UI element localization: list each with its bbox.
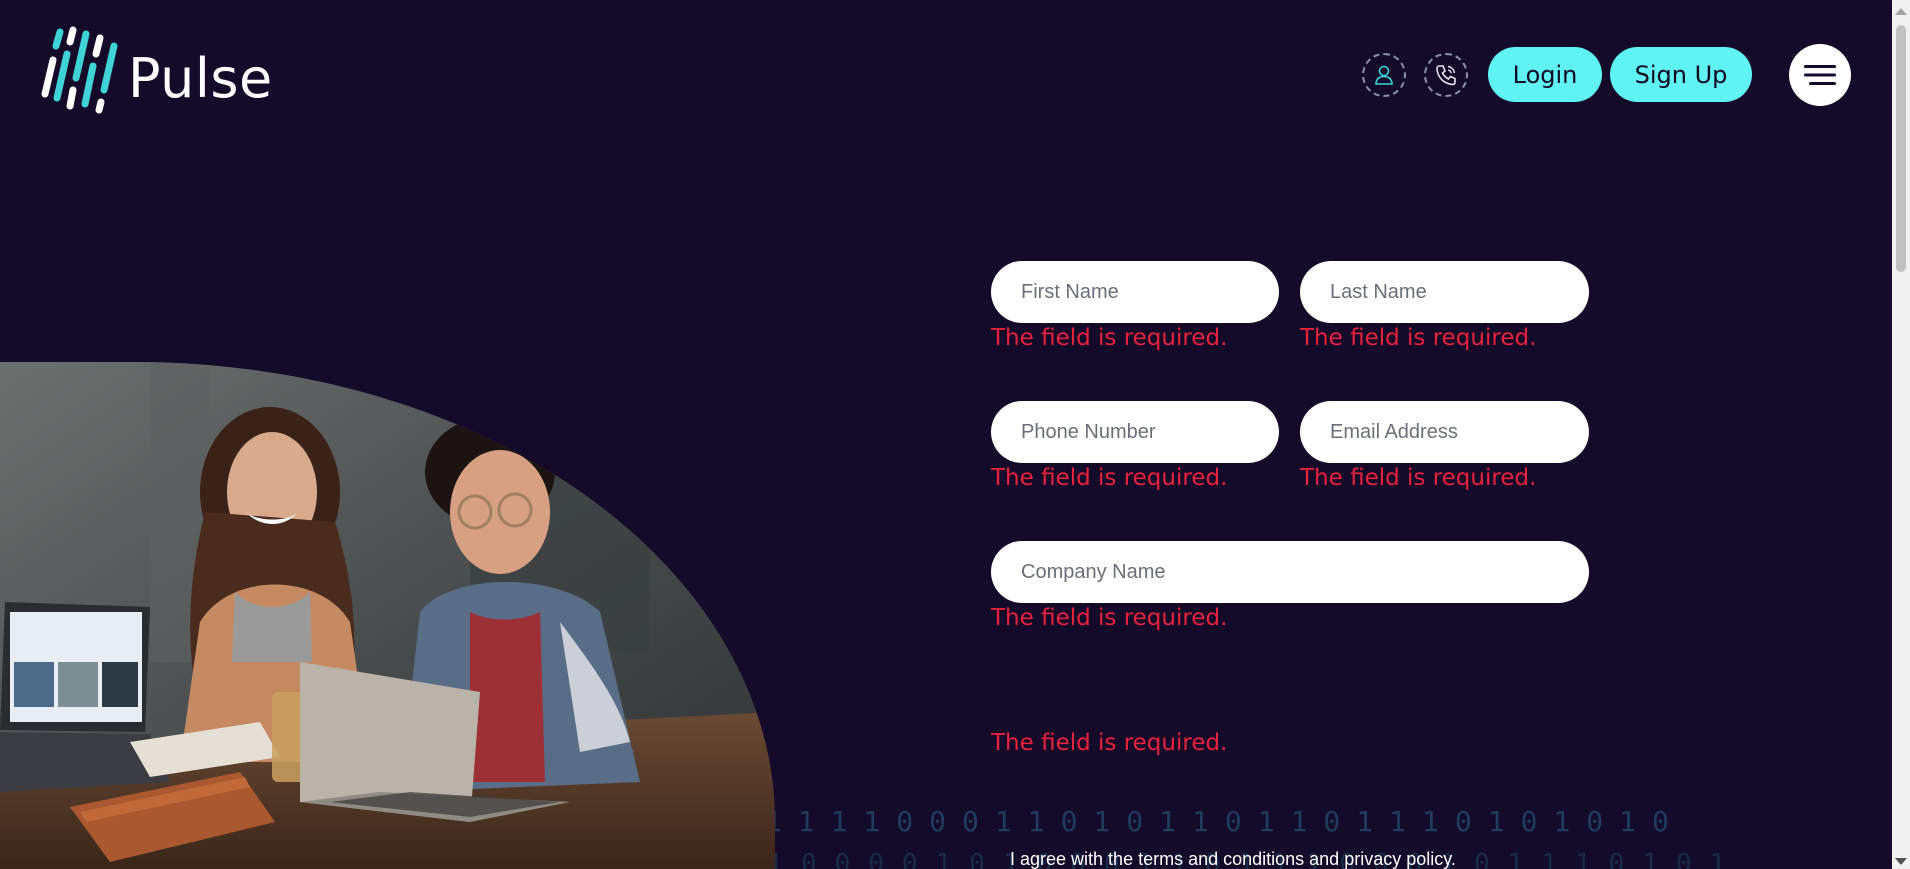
hero-photo: [0, 362, 775, 869]
agreement-error: The field is required.: [991, 730, 1228, 756]
pulse-logo-icon: [41, 26, 118, 114]
phone-number-error: The field is required.: [991, 465, 1228, 491]
scrollbar-thumb[interactable]: [1896, 25, 1906, 272]
menu-button[interactable]: [1789, 44, 1851, 106]
brand-logo[interactable]: Pulse: [40, 24, 273, 124]
user-icon: [1375, 65, 1393, 85]
company-name-input[interactable]: [991, 541, 1589, 603]
brand-name: Pulse: [128, 47, 273, 110]
people-with-laptops-image: [0, 362, 775, 869]
scroll-up-arrow-icon[interactable]: [1895, 8, 1907, 15]
company-name-error: The field is required.: [991, 605, 1228, 631]
contact-button[interactable]: [1424, 52, 1468, 97]
email-address-error: The field is required.: [1300, 465, 1537, 491]
last-name-input[interactable]: [1300, 261, 1589, 323]
binary-row: 11111000110101101101110101010: [732, 805, 1685, 838]
phone-icon: [1436, 64, 1456, 85]
scroll-down-arrow-icon[interactable]: [1895, 858, 1907, 865]
email-address-input[interactable]: [1300, 401, 1589, 463]
first-name-error: The field is required.: [991, 325, 1228, 351]
signup-button[interactable]: Sign Up: [1610, 47, 1752, 102]
hamburger-menu-icon: [1804, 65, 1836, 85]
terms-agreement-text[interactable]: I agree with the terms and conditions an…: [1010, 849, 1456, 869]
last-name-error: The field is required.: [1300, 325, 1537, 351]
page: Pulse Login Sign Up 11111000110101101101…: [0, 0, 1910, 869]
header-actions: Login Sign Up: [1362, 47, 1752, 102]
page-scrollbar[interactable]: [1892, 0, 1910, 869]
login-button[interactable]: Login: [1488, 47, 1602, 102]
first-name-input[interactable]: [991, 261, 1279, 323]
account-button[interactable]: [1362, 52, 1406, 97]
phone-number-input[interactable]: [991, 401, 1279, 463]
